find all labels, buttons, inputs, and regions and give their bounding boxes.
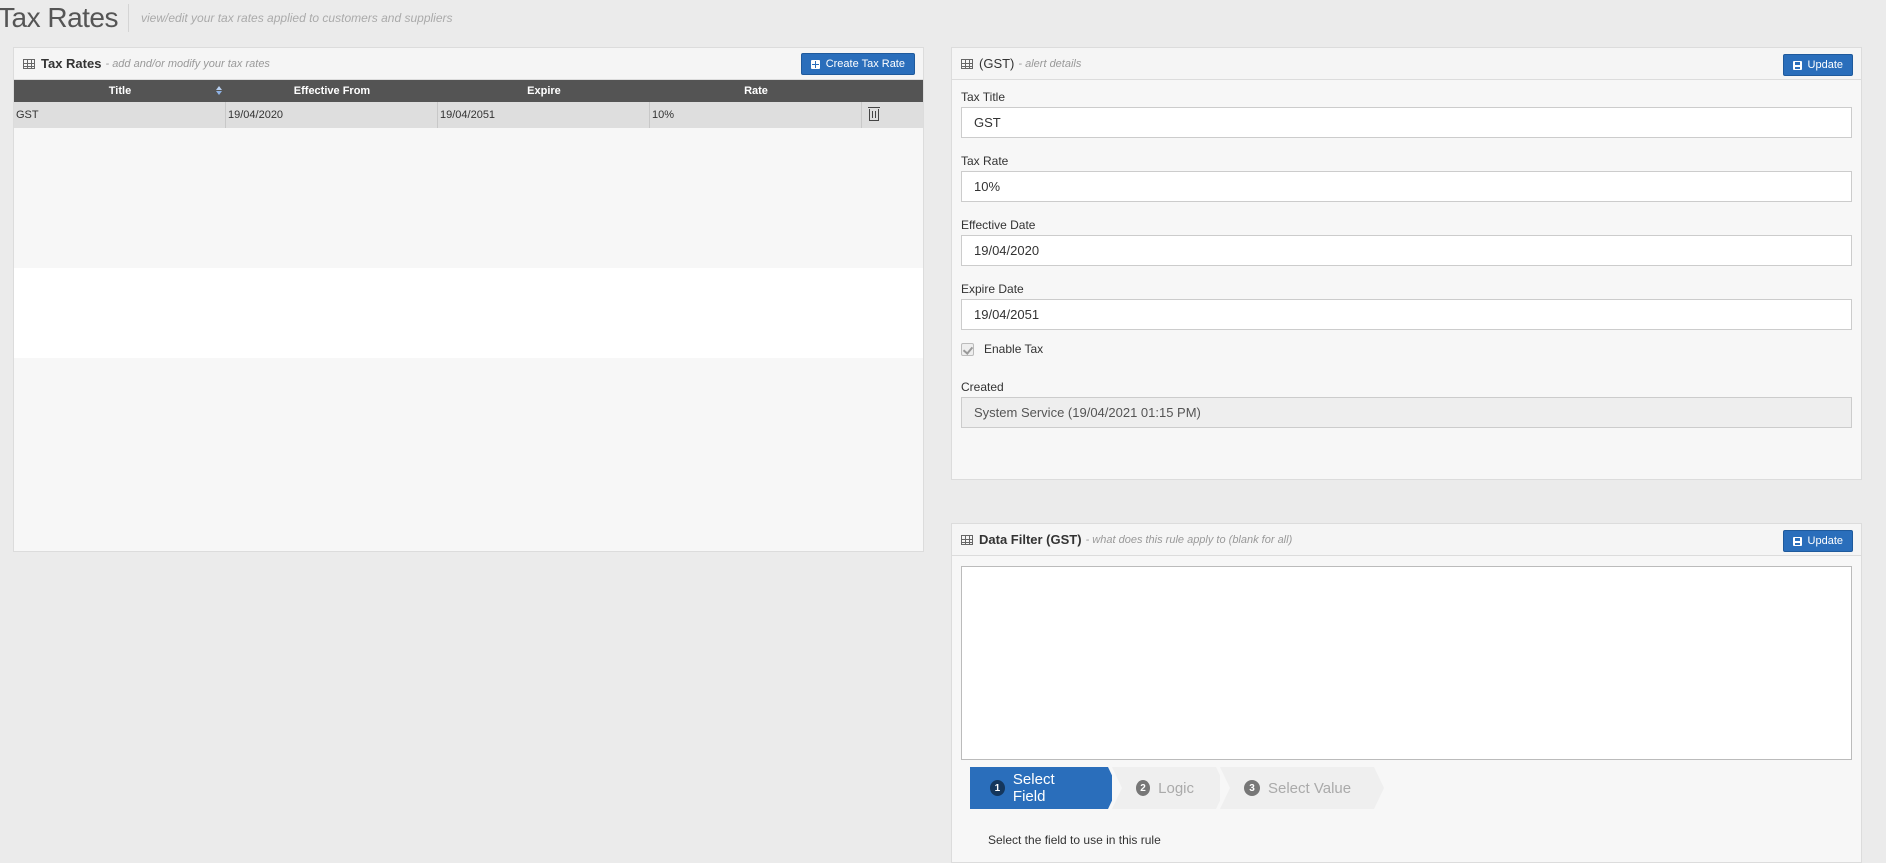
effective-date-label: Effective Date <box>961 218 1036 232</box>
filter-update-label: Update <box>1807 535 1843 547</box>
tax-rates-list-panel: Tax Rates - add and/or modify your tax r… <box>13 47 924 552</box>
panel-subtitle: - alert details <box>1018 57 1082 70</box>
create-tax-rate-button[interactable]: Create Tax Rate <box>800 53 915 75</box>
tax-rate-input[interactable] <box>961 171 1852 202</box>
step-label: Select Value <box>1268 779 1352 797</box>
panel-title: Data Filter (GST) <box>979 532 1082 547</box>
page-title: Tax Rates <box>0 2 119 33</box>
expire-date-input[interactable] <box>961 299 1852 330</box>
table-empty-area <box>14 128 923 268</box>
tax-rates-table: Title Effective From Expire Rate GST 19/… <box>14 80 923 129</box>
panel-header: Tax Rates - add and/or modify your tax r… <box>14 48 923 80</box>
cell-expire: 19/04/2051 <box>438 102 650 128</box>
table-empty-area-lower <box>14 358 923 526</box>
panel-header: Data Filter (GST) - what does this rule … <box>952 524 1861 556</box>
column-rate-label: Rate <box>744 85 768 97</box>
table-icon <box>961 58 973 69</box>
update-button[interactable]: Update <box>1782 54 1853 76</box>
table-icon <box>23 58 35 69</box>
plus-square-icon <box>810 59 820 69</box>
expire-date-label: Expire Date <box>961 282 1024 296</box>
created-field-group: Created <box>961 380 1852 428</box>
created-input <box>961 397 1852 428</box>
step-logic[interactable]: 2 Logic <box>1112 767 1226 809</box>
panel-title: (GST) <box>979 56 1015 71</box>
panel-subtitle: - add and/or modify your tax rates <box>105 57 270 70</box>
column-header-title[interactable]: Title <box>14 80 226 102</box>
update-label: Update <box>1807 59 1843 71</box>
column-effective-from-label: Effective From <box>293 85 371 97</box>
tax-title-field-group: Tax Title <box>961 90 1852 138</box>
table-row[interactable]: GST 19/04/2020 19/04/2051 10% <box>14 102 923 129</box>
effective-date-input[interactable] <box>961 235 1852 266</box>
step-number: 1 <box>990 780 1005 796</box>
cell-effective-from: 19/04/2020 <box>226 102 438 128</box>
filter-update-button[interactable]: Update <box>1782 530 1853 552</box>
table-header: Title Effective From Expire Rate <box>14 80 923 102</box>
enable-tax-checkbox[interactable] <box>961 342 974 356</box>
create-tax-rate-label: Create Tax Rate <box>825 58 905 70</box>
save-icon <box>1792 536 1802 546</box>
tax-rate-label: Tax Rate <box>961 154 1009 168</box>
tax-title-input[interactable] <box>961 107 1852 138</box>
cell-rate: 10% <box>650 102 862 128</box>
column-expire-label: Expire <box>527 85 561 97</box>
column-header-expire[interactable]: Expire <box>438 80 650 102</box>
cell-title: GST <box>14 102 226 128</box>
step-select-value[interactable]: 3 Select Value <box>1220 767 1384 809</box>
panel-title: Tax Rates <box>41 56 102 71</box>
column-header-actions <box>862 80 923 102</box>
data-filter-panel: Data Filter (GST) - what does this rule … <box>951 523 1862 863</box>
tax-rate-field-group: Tax Rate <box>961 154 1852 202</box>
table-empty-area-band <box>14 268 923 358</box>
column-title-label: Title <box>108 85 132 97</box>
enable-tax-label: Enable Tax <box>984 342 1044 356</box>
tax-detail-form: Tax Title Tax Rate Effective Date Expire… <box>952 80 1861 454</box>
cell-actions <box>862 102 923 128</box>
title-divider <box>128 4 129 32</box>
table-icon <box>961 534 973 545</box>
sort-icon[interactable] <box>216 86 222 96</box>
tax-title-label: Tax Title <box>961 90 1006 104</box>
enable-tax-row: Enable Tax <box>961 342 1852 356</box>
filter-wizard-steps: 1 Select Field 2 Logic 3 Select Value <box>970 767 1384 809</box>
filter-hint-text: Select the field to use in this rule <box>988 833 1161 847</box>
panel-subtitle: - what does this rule apply to (blank fo… <box>1085 533 1293 546</box>
step-number: 3 <box>1244 780 1260 796</box>
trash-icon[interactable] <box>868 107 880 121</box>
tax-detail-panel: (GST) - alert details Update Tax Title T… <box>951 47 1862 480</box>
step-number: 2 <box>1136 780 1151 796</box>
expire-date-field-group: Expire Date <box>961 282 1852 330</box>
step-label: Select Field <box>1012 771 1055 805</box>
filter-textarea[interactable] <box>961 566 1852 760</box>
effective-date-field-group: Effective Date <box>961 218 1852 266</box>
panel-header: (GST) - alert details Update <box>952 48 1861 80</box>
step-select-field[interactable]: 1 Select Field <box>970 767 1118 809</box>
step-label: Logic <box>1158 779 1194 797</box>
page-header: Tax Rates view/edit your tax rates appli… <box>0 0 453 36</box>
page-subtitle: view/edit your tax rates applied to cust… <box>141 11 453 25</box>
column-header-effective-from[interactable]: Effective From <box>226 80 438 102</box>
column-header-rate[interactable]: Rate <box>650 80 862 102</box>
save-icon <box>1792 60 1802 70</box>
created-label: Created <box>961 380 1004 394</box>
